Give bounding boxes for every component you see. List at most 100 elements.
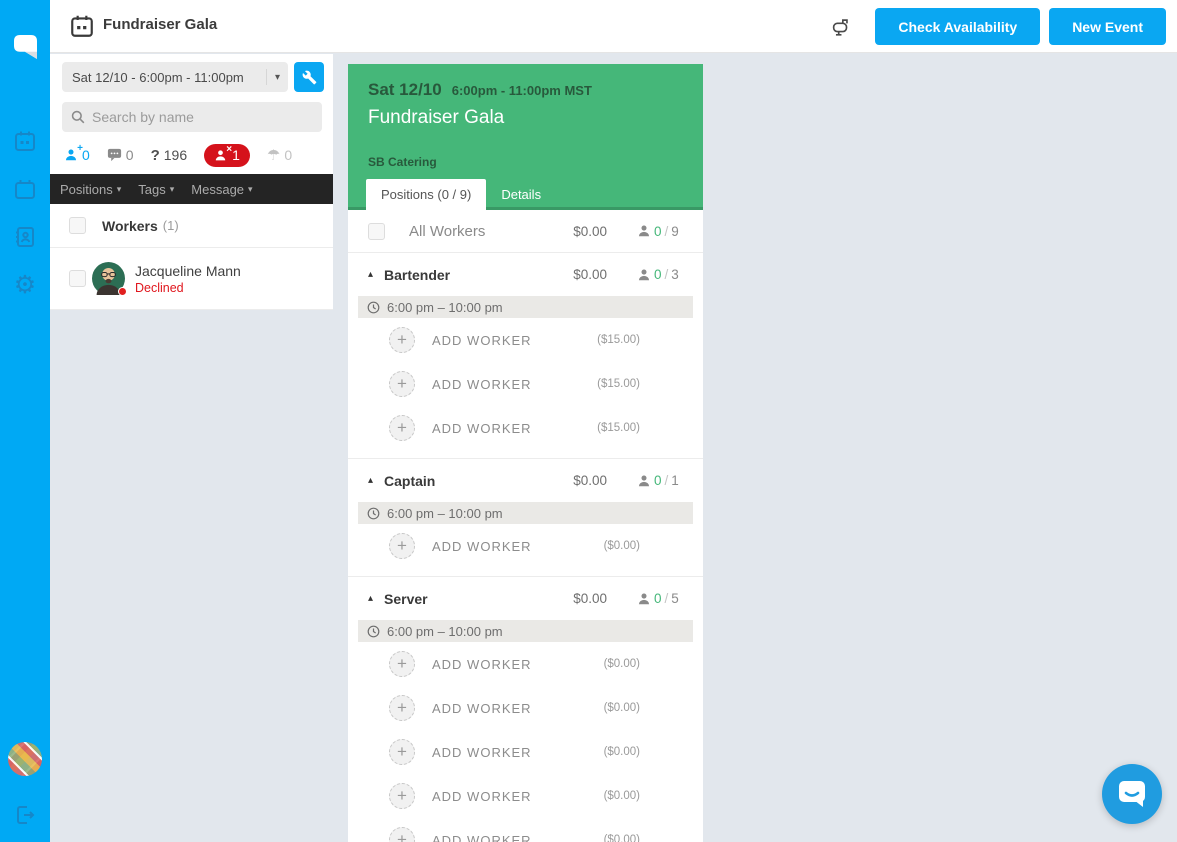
app-logo-icon[interactable] [10,32,40,67]
shift-time-band: 6:00 pm – 10:00 pm [358,296,693,318]
shift-time: 6:00 pm – 10:00 pm [387,299,503,315]
question-icon: ? [150,146,160,164]
slot-rate: ($15.00) [597,334,640,346]
worker-name: Jacqueline Mann [135,262,241,279]
counter-unavailable[interactable]: ☂ 0 [267,147,292,163]
counter-messages[interactable]: 0 [107,147,134,163]
slot-list: + ADD WORKER ($15.00) + ADD WORKER ($15.… [348,318,703,450]
worker-checkbox[interactable] [69,270,86,287]
add-worker-row[interactable]: + ADD WORKER ($0.00) [348,818,703,842]
shift-selector-dropdown[interactable]: Sat 12/10 - 6:00pm - 11:00pm ▾ [62,62,288,92]
person-icon [638,592,650,604]
event-calendar-icon [69,13,95,44]
collapse-icon[interactable]: ▴ [368,593,384,604]
add-worker-label: ADD WORKER [432,832,532,842]
slot-rate: ($0.00) [603,658,640,670]
add-worker-icon[interactable]: + [389,415,415,441]
position-section: ▴ Bartender $0.00 0 / 3 6:00 pm – 10:00 … [348,253,703,459]
add-worker-icon[interactable]: + [389,533,415,559]
chat-bubble-icon [1119,781,1145,807]
add-worker-icon[interactable]: + [389,651,415,677]
event-time-range: 6:00pm - 11:00pm MST [451,83,592,98]
tab-details[interactable]: Details [486,179,556,210]
add-worker-row[interactable]: + ADD WORKER ($15.00) [348,318,703,362]
position-name: Captain [384,472,436,489]
add-worker-row[interactable]: + ADD WORKER ($0.00) [348,730,703,774]
collapse-icon[interactable]: ▴ [368,269,384,280]
add-worker-label: ADD WORKER [432,538,532,554]
add-worker-label: ADD WORKER [432,332,532,348]
add-worker-label: ADD WORKER [432,656,532,672]
shift-settings-button[interactable] [294,62,324,92]
chevron-down-icon: ▾ [248,183,253,194]
counter-person-add[interactable]: + 0 [64,143,90,163]
worker-list-item[interactable]: Jacqueline Mann Declined [50,248,333,310]
counter-unknown[interactable]: ? 196 [151,147,188,164]
check-availability-button[interactable]: Check Availability [875,8,1041,45]
add-worker-icon[interactable]: + [389,695,415,721]
position-cost: $0.00 [573,473,607,488]
wrench-icon [302,70,316,84]
filter-bar: Positions ▾ Tags ▾ Message ▾ [50,174,333,204]
tags-filter-dropdown[interactable]: Tags ▾ [138,182,174,197]
declined-status-dot [118,287,127,296]
all-workers-checkbox[interactable] [368,222,385,240]
chevron-down-icon: ▾ [116,183,122,194]
add-worker-icon[interactable]: + [389,739,415,765]
settings-gear-icon[interactable]: ⚙ [12,272,38,298]
select-all-workers-checkbox[interactable] [69,217,86,234]
slot-rate: ($15.00) [597,422,640,434]
position-cost: $0.00 [573,591,607,606]
tab-positions[interactable]: Positions (0 / 9) [366,179,487,210]
user-avatar[interactable] [8,742,42,776]
add-worker-icon[interactable]: + [389,827,415,842]
add-worker-row[interactable]: + ADD WORKER ($0.00) [348,686,703,730]
chat-launcher-button[interactable] [1102,764,1162,824]
event-client: SB Catering [368,155,437,169]
clock-icon [367,507,380,519]
worker-status: Declined [135,280,184,295]
add-worker-row[interactable]: + ADD WORKER ($0.00) [348,642,703,686]
app-sidebar: ⚙ [0,0,50,842]
search-icon [71,110,85,124]
add-worker-row[interactable]: + ADD WORKER ($0.00) [348,524,703,568]
clock-icon [367,301,380,313]
event-date: Sat 12/10 [368,80,442,99]
add-worker-row[interactable]: + ADD WORKER ($0.00) [348,774,703,818]
search-input[interactable] [92,109,313,125]
shift-time-band: 6:00 pm – 10:00 pm [358,620,693,642]
counter-declined[interactable]: × 1 [204,143,250,167]
workers-label: Workers [102,217,158,234]
shift-time: 6:00 pm – 10:00 pm [387,623,503,639]
add-worker-icon[interactable]: + [389,783,415,809]
collapse-icon[interactable]: ▴ [368,475,384,486]
slot-rate: ($0.00) [603,834,640,842]
add-worker-label: ADD WORKER [432,376,532,392]
shift-time-band: 6:00 pm – 10:00 pm [358,502,693,524]
slot-list: + ADD WORKER ($0.00) + ADD WORKER ($0.00… [348,642,703,842]
mailbox-icon[interactable] [830,16,852,38]
add-worker-label: ADD WORKER [432,420,532,436]
message-dropdown[interactable]: Message ▾ [191,182,252,197]
position-name: Server [384,590,428,607]
position-count: 0 / 1 [637,473,689,488]
logout-icon[interactable] [12,802,38,828]
add-worker-row[interactable]: + ADD WORKER ($15.00) [348,406,703,450]
all-workers-row: All Workers $0.00 0 / 9 [348,210,703,253]
add-worker-icon[interactable]: + [389,327,415,353]
positions-filter-dropdown[interactable]: Positions ▾ [60,182,121,197]
new-event-button[interactable]: New Event [1049,8,1166,45]
slot-rate: ($15.00) [597,378,640,390]
event-tabs: Positions (0 / 9) Details [366,179,556,210]
slot-rate: ($0.00) [603,746,640,758]
message-icon [107,148,122,162]
add-worker-row[interactable]: + ADD WORKER ($15.00) [348,362,703,406]
worker-avatar [92,262,127,296]
calendar-icon[interactable] [12,176,38,202]
chevron-down-icon: ▾ [169,183,175,194]
events-calendar-icon[interactable] [12,128,38,154]
add-worker-icon[interactable]: + [389,371,415,397]
add-worker-label: ADD WORKER [432,700,532,716]
workers-count: (1) [162,218,179,233]
contacts-icon[interactable] [12,224,38,250]
